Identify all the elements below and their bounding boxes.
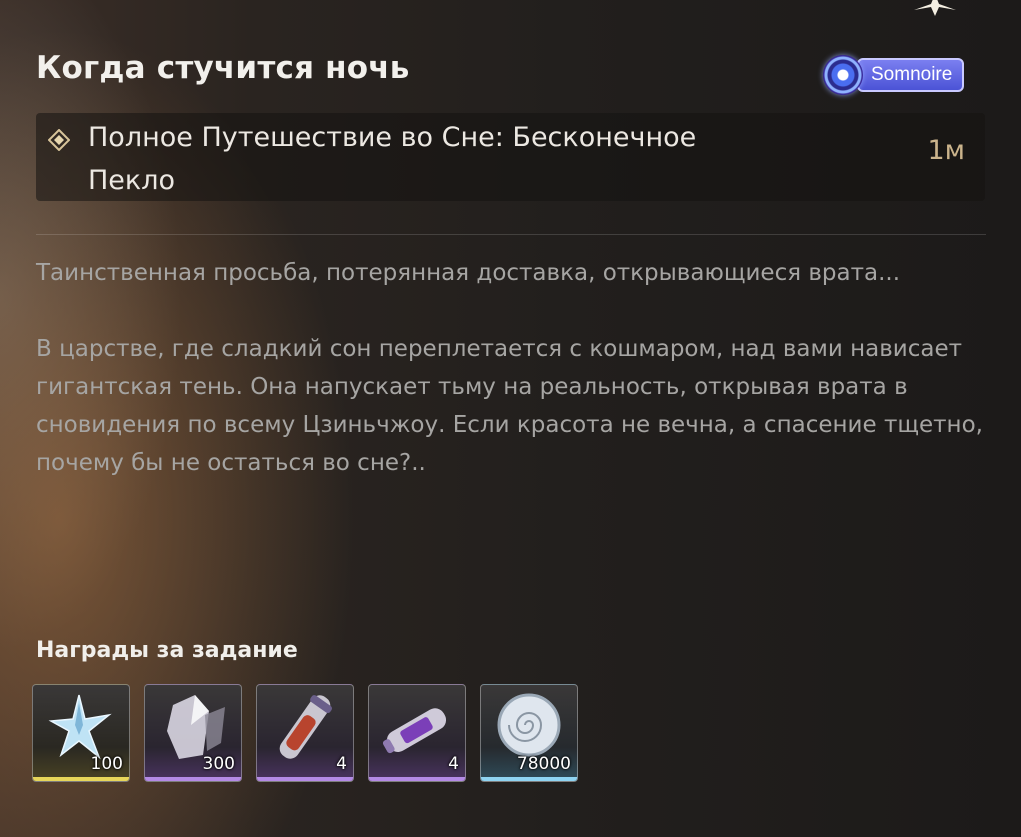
rarity-bar <box>145 777 241 781</box>
rarity-bar <box>369 777 465 781</box>
badge-label: Somnoire <box>857 58 965 92</box>
objective-name: Полное Путешествие во Сне: Бесконечное П… <box>88 122 697 196</box>
reward-count: 78000 <box>516 754 571 774</box>
reward-item[interactable]: 78000 <box>480 684 578 782</box>
reward-count: 100 <box>90 754 123 774</box>
rewards-list: 100 300 4 4 78000 <box>32 684 578 782</box>
rarity-bar <box>481 777 577 781</box>
somnoire-swirl-icon <box>823 55 863 95</box>
reward-item[interactable]: 4 <box>256 684 354 782</box>
quest-title: Когда стучится ночь <box>36 50 410 86</box>
reward-item[interactable]: 300 <box>144 684 242 782</box>
reward-count: 300 <box>202 754 235 774</box>
objective-level: 1м <box>927 135 965 166</box>
reward-count: 4 <box>448 754 459 774</box>
description-paragraph: Таинственная просьба, потерянная доставк… <box>36 260 901 286</box>
star-ornament-icon <box>914 0 956 16</box>
rarity-bar <box>33 777 129 781</box>
rewards-title: Награды за задание <box>36 638 298 663</box>
reward-count: 4 <box>336 754 347 774</box>
description-paragraph: В царстве, где сладкий сон переплетается… <box>36 336 983 476</box>
diamond-marker-icon <box>48 129 70 151</box>
quest-objective[interactable]: Полное Путешествие во Сне: Бесконечное П… <box>36 113 985 201</box>
quest-description: Таинственная просьба, потерянная доставк… <box>36 254 996 482</box>
somnoire-badge: Somnoire <box>823 55 989 95</box>
rarity-bar <box>257 777 353 781</box>
divider <box>36 234 986 235</box>
reward-item[interactable]: 100 <box>32 684 130 782</box>
reward-item[interactable]: 4 <box>368 684 466 782</box>
